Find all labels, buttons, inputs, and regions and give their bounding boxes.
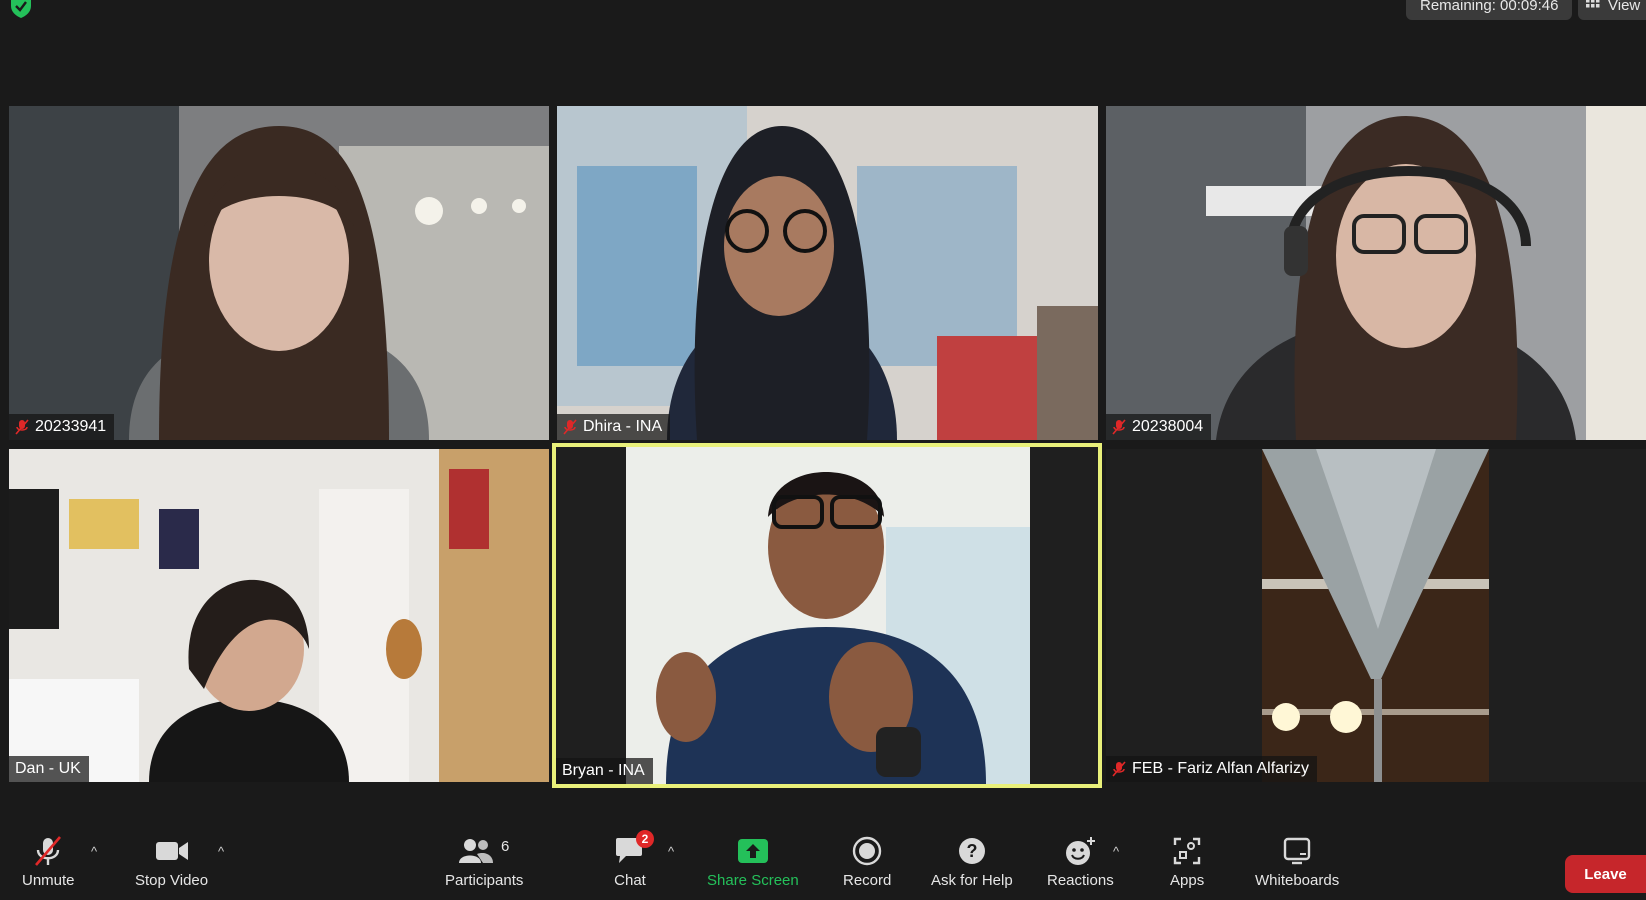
unmute-label: Unmute	[22, 872, 75, 889]
record-icon	[852, 836, 882, 866]
participants-count: 6	[501, 837, 510, 855]
apps-icon	[1173, 837, 1201, 865]
participant-name-tag: Bryan - INA	[556, 758, 653, 784]
participant-name-tag: FEB - Fariz Alfan Alfarizy	[1106, 756, 1317, 782]
video-tile-dhira[interactable]: Dhira - INA	[557, 106, 1098, 440]
chat-unread-badge: 2	[636, 830, 654, 848]
caret-up-icon[interactable]: ^	[668, 844, 674, 859]
meeting-toolbar: Unmute ^ Stop Video ^ 6 Participants 2 C…	[0, 820, 1646, 900]
caret-up-icon[interactable]: ^	[218, 844, 224, 859]
apps-label: Apps	[1170, 872, 1205, 889]
participant-name: 20233941	[35, 418, 107, 435]
participant-name: Dan - UK	[15, 760, 81, 777]
participants-icon	[459, 839, 494, 863]
time-remaining: Remaining: 00:09:46	[1406, 0, 1573, 20]
chat-label: Chat	[614, 872, 646, 889]
whiteboard-icon	[1283, 837, 1311, 865]
participant-video	[9, 449, 549, 782]
shield-check-icon[interactable]	[8, 0, 34, 18]
view-label: View	[1608, 0, 1641, 14]
record-button[interactable]: Record	[843, 834, 891, 889]
participant-name: FEB - Fariz Alfan Alfarizy	[1132, 760, 1309, 777]
whiteboards-button[interactable]: Whiteboards	[1255, 834, 1339, 889]
leave-button[interactable]: Leave	[1565, 855, 1646, 893]
mic-muted-icon	[15, 419, 29, 435]
stop-video-button[interactable]: Stop Video	[135, 834, 208, 889]
video-tile-20238004[interactable]: 20238004	[1106, 106, 1646, 440]
participant-name-tag: Dan - UK	[9, 756, 89, 782]
participant-name-tag: 20233941	[9, 414, 115, 440]
svg-text:?: ?	[966, 841, 977, 861]
participant-video	[557, 106, 1098, 440]
participant-video	[1106, 449, 1646, 782]
participant-name: 20238004	[1132, 418, 1204, 435]
share-screen-label: Share Screen	[707, 872, 799, 889]
participant-name-tag: 20238004	[1106, 414, 1212, 440]
record-label: Record	[843, 872, 892, 889]
view-button[interactable]: View	[1578, 0, 1646, 20]
participant-video	[9, 106, 549, 440]
reactions-button[interactable]: Reactions	[1047, 834, 1114, 889]
share-screen-icon	[737, 839, 768, 863]
reactions-label: Reactions	[1047, 872, 1114, 889]
mic-muted-icon	[563, 419, 577, 435]
participant-name-tag: Dhira - INA	[557, 414, 671, 440]
participant-name: Dhira - INA	[583, 418, 663, 435]
video-tile-dan[interactable]: Dan - UK	[9, 449, 549, 782]
ask-for-help-label: Ask for Help	[931, 872, 1013, 889]
chat-button[interactable]: 2 Chat	[614, 830, 654, 889]
video-camera-icon	[155, 842, 188, 860]
caret-up-icon[interactable]: ^	[91, 844, 97, 859]
participant-name: Bryan - INA	[562, 762, 645, 779]
reactions-icon	[1066, 837, 1096, 865]
participant-video	[1106, 106, 1646, 440]
mic-muted-icon	[35, 836, 62, 866]
participants-label: Participants	[445, 872, 524, 889]
mic-muted-icon	[1112, 419, 1126, 435]
participant-video	[556, 447, 1098, 784]
video-tile-fariz[interactable]: FEB - Fariz Alfan Alfarizy	[1106, 449, 1646, 782]
grid-icon	[1586, 0, 1600, 8]
apps-button[interactable]: Apps	[1170, 834, 1204, 889]
mic-muted-icon	[1112, 761, 1126, 777]
share-screen-button[interactable]: Share Screen	[707, 834, 799, 889]
video-tile-bryan[interactable]: Bryan - INA	[556, 447, 1098, 784]
caret-up-icon[interactable]: ^	[1113, 844, 1119, 859]
video-tile-20233941[interactable]: 20233941	[9, 106, 549, 440]
help-icon: ?	[958, 838, 985, 864]
stop-video-label: Stop Video	[135, 872, 209, 889]
ask-for-help-button[interactable]: ? Ask for Help	[931, 834, 1013, 889]
unmute-button[interactable]: Unmute	[22, 834, 75, 889]
participants-button[interactable]: 6 Participants	[445, 834, 524, 890]
whiteboards-label: Whiteboards	[1255, 872, 1340, 889]
